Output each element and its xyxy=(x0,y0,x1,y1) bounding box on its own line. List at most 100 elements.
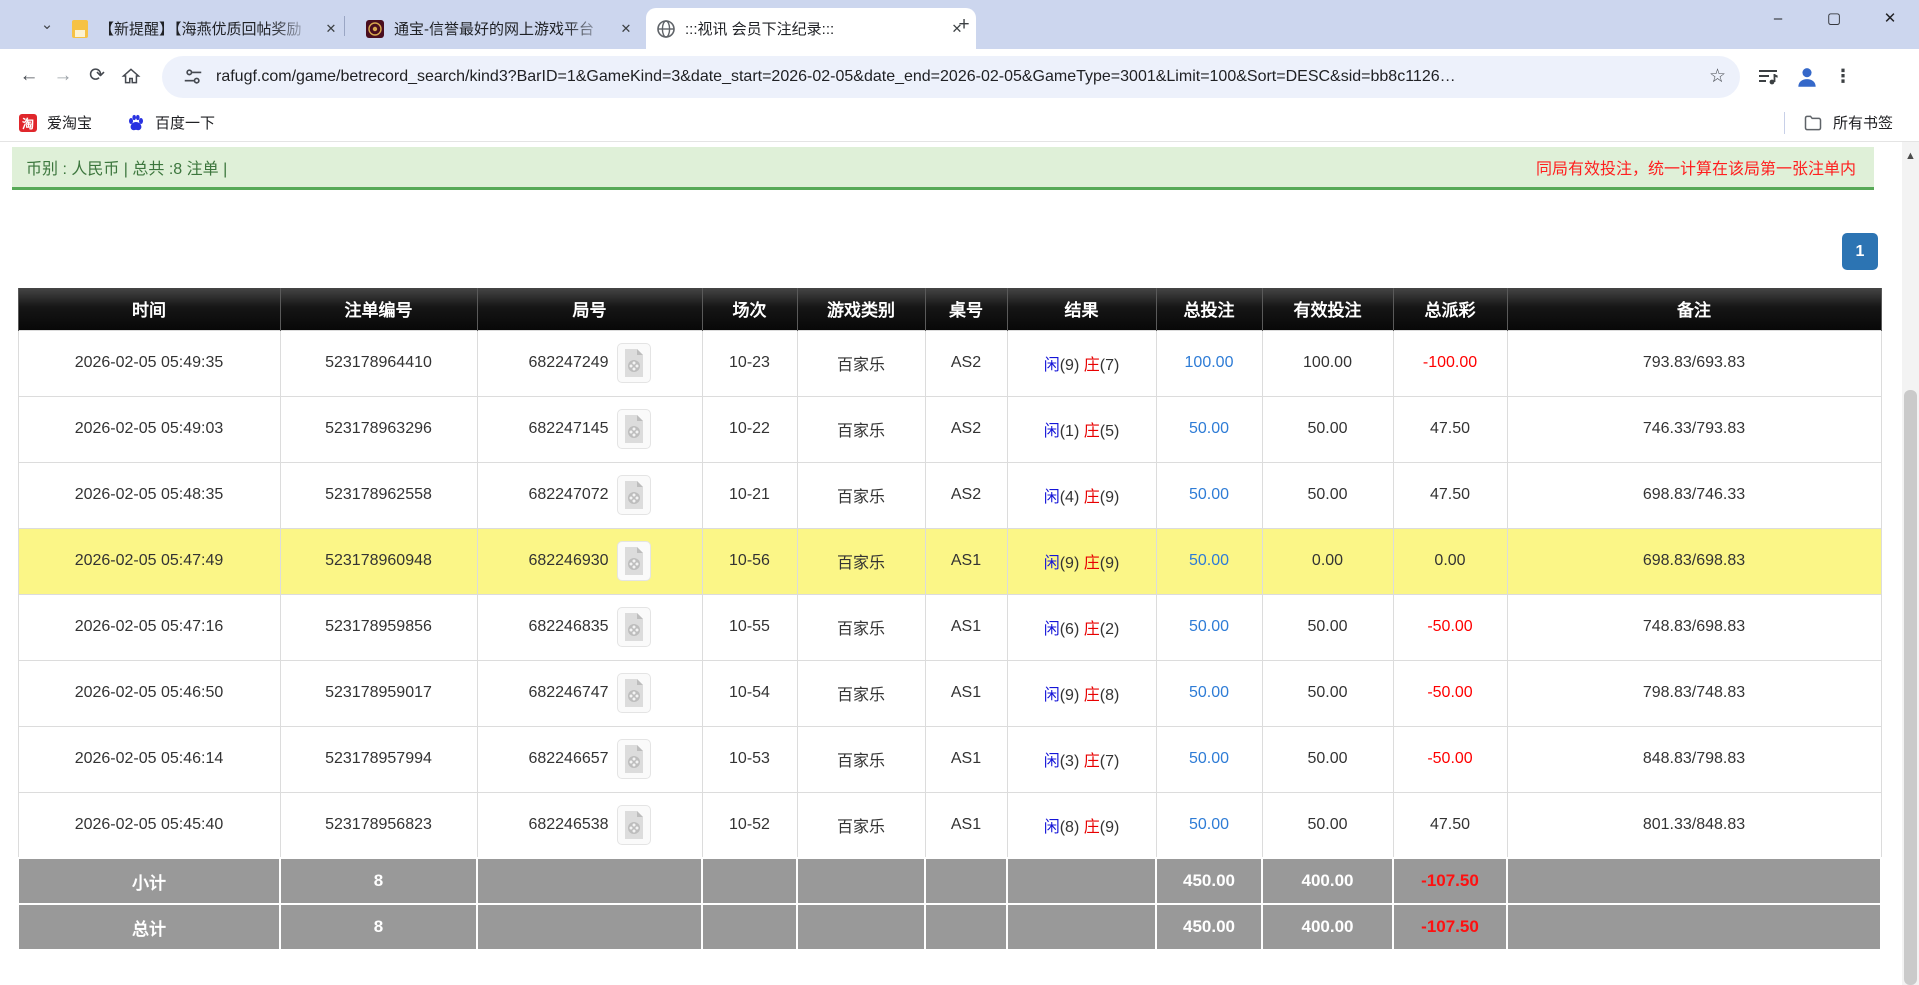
browser-tab-active[interactable]: :::视讯 会员下注纪录::: ✕ xyxy=(646,8,976,49)
browser-tab-2[interactable]: 通宝-信誉最好的网上游戏平台 ✕ xyxy=(355,8,645,49)
new-tab-button[interactable]: + xyxy=(952,13,976,37)
page-scrollbar[interactable]: ▲ xyxy=(1902,142,1919,985)
col-header-bet-id: 注单编号 xyxy=(279,288,478,330)
profile-avatar-icon[interactable] xyxy=(1794,64,1820,90)
cell-total-bet: 50.00 xyxy=(1155,593,1263,661)
cell-time: 2026-02-05 05:45:40 xyxy=(17,791,281,859)
video-clip-icon xyxy=(624,547,643,575)
total-count: 8 xyxy=(279,903,478,951)
forward-button[interactable]: → xyxy=(46,60,80,94)
cell-valid-bet: 100.00 xyxy=(1261,329,1394,397)
url-bar[interactable]: rafugf.com/game/betrecord_search/kind3?B… xyxy=(162,55,1740,98)
reload-button[interactable]: ⟳ xyxy=(80,60,114,94)
bet-record-row: 2026-02-05 05:45:40 523178956823 682246538… xyxy=(17,791,1882,859)
cell-table-no: AS1 xyxy=(924,593,1008,661)
scrollbar-up-arrow[interactable]: ▲ xyxy=(1902,142,1919,162)
tab-close-icon[interactable]: ✕ xyxy=(617,20,635,38)
bookmark-label: 百度一下 xyxy=(155,115,216,132)
cell-result: 闲(9) 庄(7) xyxy=(1006,329,1157,397)
video-clip-button[interactable] xyxy=(616,804,651,845)
cell-valid-bet: 50.00 xyxy=(1261,593,1394,661)
col-header-total-bet: 总投注 xyxy=(1155,288,1263,330)
cell-result: 闲(9) 庄(9) xyxy=(1006,527,1157,595)
cell-time: 2026-02-05 05:48:35 xyxy=(17,461,281,529)
cell-payout: -50.00 xyxy=(1392,725,1508,793)
cell-note: 793.83/693.83 xyxy=(1506,329,1882,397)
cell-payout: 47.50 xyxy=(1392,461,1508,529)
video-clip-button[interactable] xyxy=(616,409,651,449)
svg-text:淘: 淘 xyxy=(22,116,34,131)
site-settings-icon xyxy=(184,68,202,84)
video-clip-button[interactable] xyxy=(616,739,651,779)
scrollbar-thumb[interactable] xyxy=(1904,390,1917,985)
cell-game-type: 百家乐 xyxy=(796,791,926,859)
back-button[interactable]: ← xyxy=(12,60,46,94)
cell-total-bet: 50.00 xyxy=(1155,725,1263,793)
window-close-button[interactable]: ✕ xyxy=(1879,8,1901,30)
cell-game-type: 百家乐 xyxy=(796,593,926,661)
video-clip-button[interactable] xyxy=(616,541,651,581)
cell-total-bet: 50.00 xyxy=(1155,659,1263,727)
cell-game-type: 百家乐 xyxy=(796,725,926,793)
window-minimize-button[interactable]: – xyxy=(1767,8,1789,30)
home-icon xyxy=(121,67,141,83)
video-clip-button[interactable] xyxy=(616,475,651,515)
cell-session: 10-55 xyxy=(701,593,798,661)
cell-result: 闲(6) 庄(2) xyxy=(1006,593,1157,661)
video-clip-button[interactable] xyxy=(616,607,651,647)
cell-valid-bet: 50.00 xyxy=(1261,791,1394,859)
cell-bet-id: 523178956823 xyxy=(279,791,478,859)
subtotal-total-bet: 450.00 xyxy=(1155,857,1263,905)
cell-game-type: 百家乐 xyxy=(796,329,926,397)
tab-title: 【新提醒】【海燕优质回帖奖励 xyxy=(99,21,302,38)
cell-result: 闲(9) 庄(8) xyxy=(1006,659,1157,727)
col-header-note: 备注 xyxy=(1506,288,1882,330)
globe-icon xyxy=(657,19,675,38)
col-header-round: 局号 xyxy=(476,288,703,330)
cell-time: 2026-02-05 05:49:03 xyxy=(17,395,281,463)
url-text[interactable]: rafugf.com/game/betrecord_search/kind3?B… xyxy=(216,68,1699,86)
cell-round: 682246930 xyxy=(476,527,703,595)
cell-total-bet: 50.00 xyxy=(1155,791,1263,859)
bookmark-aitaobao[interactable]: 淘 爱淘宝 xyxy=(8,112,102,133)
bet-records-table: 时间 注单编号 局号 场次 游戏类别 桌号 结果 总投注 有效投注 总派彩 备注… xyxy=(17,288,1882,951)
cell-session: 10-52 xyxy=(701,791,798,859)
bet-record-row: 2026-02-05 05:47:16 523178959856 682246835… xyxy=(17,593,1882,661)
cell-bet-id: 523178959017 xyxy=(279,659,478,727)
video-clip-button[interactable] xyxy=(616,343,651,383)
cell-result: 闲(4) 庄(9) xyxy=(1006,461,1157,529)
video-clip-button[interactable] xyxy=(616,673,651,713)
pagination-page-1-button[interactable]: 1 xyxy=(1842,233,1878,270)
cell-bet-id: 523178960948 xyxy=(279,527,478,595)
total-total-bet: 450.00 xyxy=(1155,903,1263,951)
cell-bet-id: 523178964410 xyxy=(279,329,478,397)
tongbao-coin-icon xyxy=(366,19,384,38)
cell-table-no: AS1 xyxy=(924,791,1008,859)
cell-table-no: AS2 xyxy=(924,461,1008,529)
cell-game-type: 百家乐 xyxy=(796,395,926,463)
window-maximize-button[interactable]: ▢ xyxy=(1823,8,1845,30)
page-content: 币别 : 人民币 | 总共 :8 注单 | 同局有效投注，统一计算在该局第一张注… xyxy=(0,142,1902,985)
all-bookmarks-button[interactable]: 所有书签 xyxy=(1833,112,1893,133)
cell-bet-id: 523178962558 xyxy=(279,461,478,529)
home-button[interactable] xyxy=(114,60,148,94)
menu-kebab-icon[interactable]: ⋮ xyxy=(1834,66,1852,87)
browser-tab-1[interactable]: 【新提醒】【海燕优质回帖奖励 ✕ xyxy=(60,8,350,49)
bookmarks-separator xyxy=(1783,111,1785,134)
col-header-payout: 总派彩 xyxy=(1392,288,1508,330)
cell-table-no: AS1 xyxy=(924,659,1008,727)
subtotal-valid-bet: 400.00 xyxy=(1261,857,1394,905)
cell-round: 682247249 xyxy=(476,329,703,397)
cell-payout: 47.50 xyxy=(1392,791,1508,859)
cell-note: 698.83/698.83 xyxy=(1506,527,1882,595)
bookmark-star-icon[interactable]: ☆ xyxy=(1709,65,1726,88)
cell-game-type: 百家乐 xyxy=(796,659,926,727)
tab-search-chevron-icon[interactable]: ⌄ xyxy=(36,14,58,36)
bookmark-baidu[interactable]: 百度一下 xyxy=(116,112,225,133)
cell-payout: -50.00 xyxy=(1392,659,1508,727)
cell-total-bet: 50.00 xyxy=(1155,461,1263,529)
video-clip-icon xyxy=(624,679,643,707)
media-controls-icon[interactable] xyxy=(1756,65,1780,89)
tab-close-icon[interactable]: ✕ xyxy=(322,20,340,38)
cell-total-bet: 50.00 xyxy=(1155,395,1263,463)
